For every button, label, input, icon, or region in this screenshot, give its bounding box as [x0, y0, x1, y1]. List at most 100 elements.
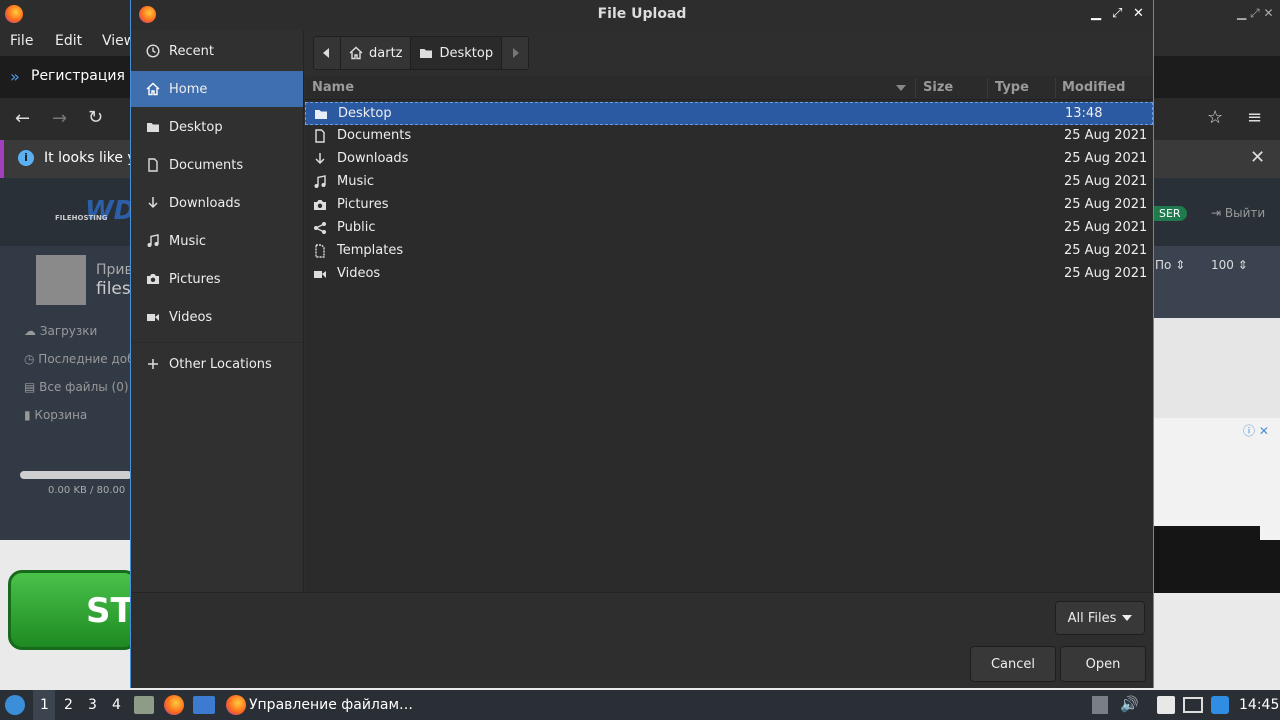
- file-name: Downloads: [337, 151, 409, 166]
- avatar: [36, 255, 86, 305]
- sort-down-icon: [896, 85, 906, 91]
- firefox-launcher-icon[interactable]: [164, 695, 184, 715]
- sidebar-item-recent[interactable]: Recent: [131, 33, 303, 69]
- cancel-button[interactable]: Cancel: [970, 646, 1056, 682]
- folder-icon: [146, 120, 160, 134]
- camera-icon: [146, 272, 160, 286]
- site-menu-uploads[interactable]: ☁ Загрузки: [24, 324, 97, 338]
- file-row-videos[interactable]: Videos 25 Aug 2021: [305, 263, 1153, 286]
- sidebar-item-home[interactable]: Home: [131, 71, 303, 107]
- start-button[interactable]: ST: [8, 570, 138, 650]
- back-icon[interactable]: ←: [15, 108, 30, 129]
- screen-icon[interactable]: [1183, 697, 1203, 713]
- workspace-2[interactable]: 2: [64, 697, 73, 713]
- sidebar-item-downloads[interactable]: Downloads: [131, 185, 303, 221]
- path-back-button[interactable]: [314, 37, 340, 69]
- home-icon: [146, 82, 160, 96]
- music-icon: [314, 175, 326, 188]
- sidebar-item-label: Other Locations: [169, 356, 272, 372]
- update-notification-icon[interactable]: [1211, 696, 1229, 714]
- bookmark-star-icon[interactable]: ☆: [1207, 107, 1223, 128]
- start-menu-icon[interactable]: [5, 695, 25, 715]
- site-menu-recent[interactable]: ◷ Последние доб: [24, 352, 135, 366]
- status-badge: SER: [1153, 206, 1187, 221]
- forward-icon[interactable]: →: [52, 108, 67, 129]
- tray-up-icon[interactable]: [1092, 696, 1108, 714]
- close-icon[interactable]: ✕: [1133, 6, 1144, 21]
- open-button[interactable]: Open: [1060, 646, 1146, 682]
- column-name[interactable]: Name: [312, 80, 354, 95]
- file-upload-dialog: File Upload ▁ ⤢ ✕ Recent Home Desktop Do…: [130, 0, 1154, 688]
- clipboard-icon[interactable]: [1157, 696, 1175, 714]
- chevron-left-icon: [323, 48, 329, 58]
- info-icon: i: [18, 150, 34, 166]
- maximize-icon[interactable]: ⤢: [1112, 6, 1122, 21]
- logout-link[interactable]: ⇥ Выйти: [1211, 206, 1265, 220]
- per-page-select[interactable]: 100 ⇕: [1211, 258, 1248, 272]
- sidebar-item-desktop[interactable]: Desktop: [131, 109, 303, 145]
- filter-label: All Files: [1067, 610, 1117, 626]
- site-logo[interactable]: WD FILEHOSTING: [55, 196, 135, 240]
- close-icon[interactable]: ✕: [1250, 147, 1265, 168]
- file-row-templates[interactable]: Templates 25 Aug 2021: [305, 240, 1153, 263]
- workspace-3[interactable]: 3: [88, 697, 97, 713]
- site-menu-trash[interactable]: ▮ Корзина: [24, 408, 87, 422]
- column-type[interactable]: Type: [995, 80, 1029, 95]
- sidebar-item-music[interactable]: Music: [131, 223, 303, 259]
- tab-title[interactable]: Регистрация з: [31, 68, 137, 84]
- notification-text: It looks like y: [44, 150, 136, 166]
- file-modified: 25 Aug 2021: [1064, 243, 1148, 258]
- menu-file[interactable]: File: [10, 33, 33, 49]
- ad-info-icon[interactable]: ⓘ ✕: [1243, 422, 1269, 439]
- file-row-desktop[interactable]: Desktop 13:48: [305, 102, 1153, 125]
- download-icon: [315, 153, 325, 165]
- volume-icon[interactable]: 🔊: [1120, 695, 1139, 713]
- sidebar-item-label: Music: [169, 233, 206, 249]
- file-name: Templates: [337, 243, 404, 258]
- path-segment-desktop[interactable]: Desktop: [411, 37, 502, 69]
- folder-icon: [315, 110, 327, 119]
- open-label: Open: [1085, 656, 1121, 672]
- file-modified: 25 Aug 2021: [1064, 266, 1148, 281]
- desktop-icon[interactable]: [193, 696, 215, 714]
- sidebar-item-documents[interactable]: Documents: [131, 147, 303, 183]
- camera-icon: [314, 200, 326, 210]
- file-modified: 13:48: [1065, 106, 1103, 121]
- file-modified: 25 Aug 2021: [1064, 220, 1148, 235]
- path-segment-home[interactable]: dartz: [341, 37, 410, 69]
- sidebar-item-pictures[interactable]: Pictures: [131, 261, 303, 297]
- file-row-public[interactable]: Public 25 Aug 2021: [305, 217, 1153, 240]
- file-row-documents[interactable]: Documents 25 Aug 2021: [305, 125, 1153, 148]
- file-row-downloads[interactable]: Downloads 25 Aug 2021: [305, 148, 1153, 171]
- hamburger-menu-icon[interactable]: ≡: [1247, 107, 1262, 128]
- menu-edit[interactable]: Edit: [55, 33, 82, 49]
- sidebar-item-label: Home: [169, 81, 208, 97]
- file-list: Name Size Type Modified Desktop 13:48 Do…: [305, 76, 1153, 592]
- tab-list-icon[interactable]: »: [10, 67, 20, 86]
- workspace-1[interactable]: 1: [40, 697, 49, 713]
- sidebar-item-other-locations[interactable]: Other Locations: [131, 346, 303, 382]
- workspace-4[interactable]: 4: [112, 697, 121, 713]
- file-name: Public: [337, 220, 376, 235]
- sidebar-divider: [131, 342, 303, 343]
- reload-icon[interactable]: ↻: [88, 107, 103, 128]
- taskbar-task[interactable]: Управление файлам…: [222, 690, 462, 720]
- file-row-music[interactable]: Music 25 Aug 2021: [305, 171, 1153, 194]
- window-controls[interactable]: ▁ ⤢ ✕: [1237, 6, 1274, 21]
- firefox-icon: [226, 695, 246, 715]
- file-manager-launcher-icon[interactable]: [134, 696, 154, 714]
- minimize-icon[interactable]: ▁: [1091, 6, 1101, 21]
- file-filter-dropdown[interactable]: All Files: [1055, 601, 1145, 635]
- column-modified[interactable]: Modified: [1062, 80, 1125, 95]
- dialog-titlebar: File Upload ▁ ⤢ ✕: [131, 0, 1153, 30]
- site-menu-all-files[interactable]: ▤ Все файлы (0): [24, 380, 129, 394]
- path-forward-button[interactable]: [502, 37, 528, 69]
- dialog-title: File Upload: [597, 6, 687, 22]
- places-sidebar: Recent Home Desktop Documents Downloads …: [131, 30, 304, 592]
- sidebar-item-videos[interactable]: Videos: [131, 299, 303, 335]
- storage-text: 0.00 KB / 80.00: [48, 485, 126, 496]
- website-right-panel: SER ⇥ Выйти По ⇕ 100 ⇕ ⓘ ✕ wnload: [1153, 178, 1280, 593]
- column-size[interactable]: Size: [923, 80, 953, 95]
- file-row-pictures[interactable]: Pictures 25 Aug 2021: [305, 194, 1153, 217]
- sort-select[interactable]: По ⇕: [1155, 258, 1185, 272]
